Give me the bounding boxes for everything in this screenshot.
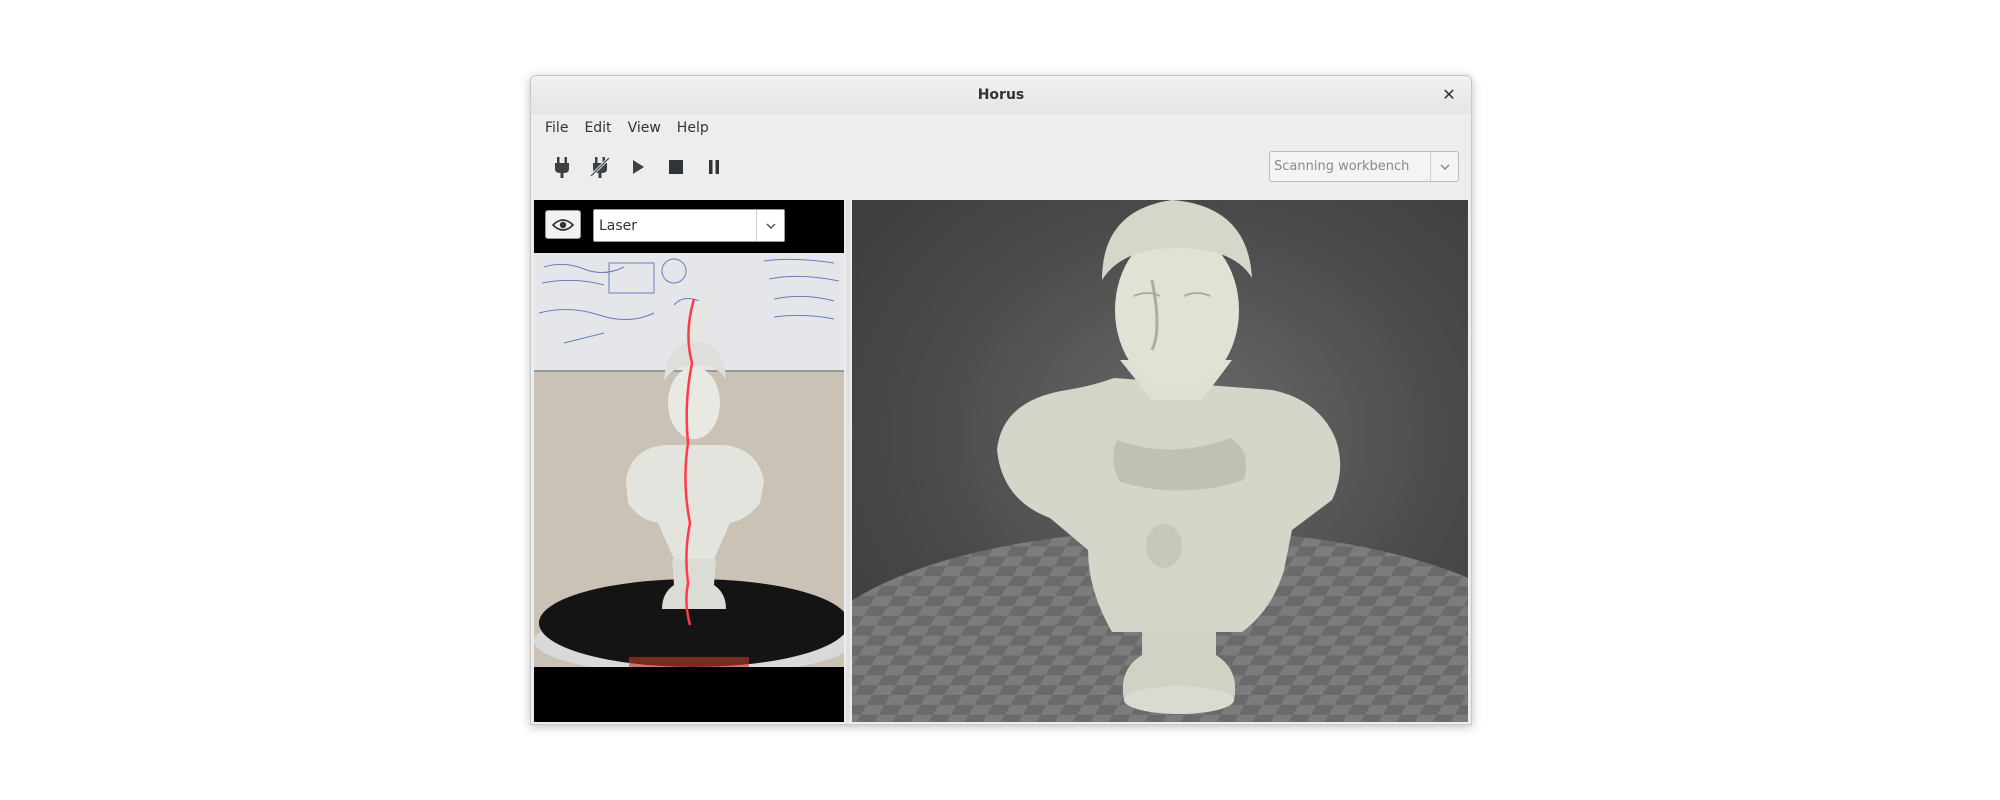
play-icon	[633, 160, 644, 174]
menu-help[interactable]: Help	[669, 116, 717, 140]
view-mode-value: Laser	[599, 217, 638, 234]
main-content: Laser	[534, 200, 1468, 722]
panel-splitter[interactable]	[846, 200, 850, 722]
workbench-select-value: Scanning workbench	[1274, 159, 1410, 174]
close-button[interactable]: ✕	[1439, 85, 1459, 105]
chevron-down-icon	[756, 210, 784, 241]
horus-window: Horus ✕ File Edit View Help Scanning wor…	[530, 75, 1472, 725]
camera-feed-image	[534, 253, 844, 667]
stop-icon	[669, 160, 683, 174]
stop-button[interactable]	[657, 148, 695, 186]
menu-bar: File Edit View Help	[531, 114, 1471, 142]
menu-file[interactable]: File	[537, 116, 576, 140]
toolbar: Scanning workbench	[531, 142, 1471, 192]
plug-connect-icon	[555, 157, 569, 178]
play-button[interactable]	[619, 148, 657, 186]
chevron-down-icon	[1430, 152, 1458, 181]
view-mode-select[interactable]: Laser	[593, 209, 785, 242]
menu-edit[interactable]: Edit	[576, 116, 619, 140]
connect-button[interactable]	[543, 148, 581, 186]
eye-icon	[552, 218, 574, 231]
pause-icon	[709, 160, 719, 174]
disconnect-button[interactable]	[581, 148, 619, 186]
plug-disconnect-icon	[589, 156, 611, 178]
point-cloud-viewer[interactable]	[852, 200, 1468, 722]
menu-view[interactable]: View	[620, 116, 669, 140]
toggle-video-button[interactable]	[545, 210, 581, 239]
workbench-select[interactable]: Scanning workbench	[1269, 151, 1459, 182]
pause-button[interactable]	[695, 148, 733, 186]
camera-panel: Laser	[534, 200, 844, 722]
window-title: Horus	[977, 87, 1025, 103]
title-bar: Horus ✕	[531, 76, 1471, 114]
